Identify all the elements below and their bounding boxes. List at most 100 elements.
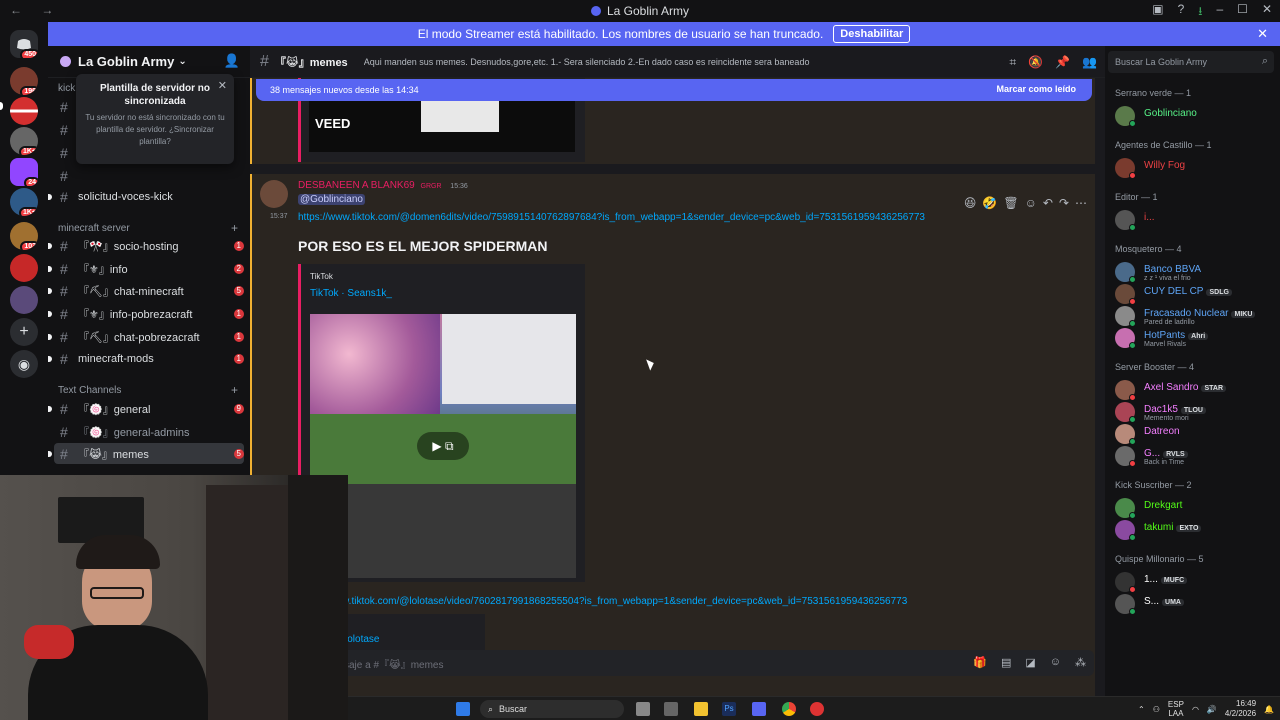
reaction-icon[interactable]: 😆 <box>964 196 977 210</box>
embed-author[interactable]: lolotase <box>345 634 379 645</box>
new-messages-bar[interactable]: 38 mensajes nuevos desde las 14:34 Marca… <box>256 79 1092 101</box>
network-icon[interactable]: ⚇ <box>1153 705 1160 714</box>
member-item[interactable]: takumi EXTO <box>1115 518 1280 544</box>
close-button[interactable]: ✕ <box>1262 2 1272 23</box>
windows-start-icon[interactable] <box>456 702 470 716</box>
mention-count: 1 <box>233 353 244 364</box>
wifi-icon[interactable]: ◠ <box>1192 705 1199 714</box>
clock[interactable]: 16:49 4/2/2026 <box>1225 699 1256 719</box>
notifications-icon[interactable]: 🔔 <box>1264 705 1274 714</box>
server-icon[interactable]: 1K+ <box>10 127 38 155</box>
channel-item[interactable]: # 『⚜』info 2 <box>48 258 244 279</box>
member-item[interactable]: Goblinciano <box>1115 104 1280 130</box>
app-icon[interactable] <box>810 702 824 716</box>
add-server-icon[interactable]: + <box>10 318 38 346</box>
inbox-icon[interactable]: ▣ <box>1152 2 1163 23</box>
channel-memes-selected[interactable]: # 『😹』memes 5 <box>48 443 244 464</box>
channel-item[interactable]: # 『⛏』chat-pobrezacraft 1 <box>48 326 244 347</box>
add-channel-icon[interactable]: + <box>231 383 238 397</box>
category-kick[interactable]: kick <box>58 83 75 94</box>
unread-badge: 1K+ <box>18 146 38 155</box>
minimize-button[interactable]: – <box>1216 2 1223 23</box>
channel-item[interactable]: # 『🍥』general 9 <box>48 398 244 419</box>
mute-bell-icon[interactable]: 🔕 <box>1028 55 1043 70</box>
video-thumbnail[interactable]: ▶ ⧉ <box>310 314 576 578</box>
category-text-channels[interactable]: Text Channels <box>58 385 121 396</box>
tiktok-link[interactable]: w.tiktok.com/@lolotase/video/76028179918… <box>342 596 907 607</box>
channel-item[interactable]: # minecraft-mods 1 <box>48 348 244 369</box>
threads-icon[interactable]: ⌗ <box>1009 55 1016 70</box>
sticker-icon[interactable]: ◪ <box>1025 656 1035 669</box>
reaction-icon[interactable]: 🗑 <box>1003 196 1018 210</box>
user-mention[interactable]: @Goblinciano <box>298 194 365 205</box>
server-icon[interactable]: 196 <box>10 67 38 95</box>
mark-as-read-button[interactable]: Marcar como leído <box>996 84 1076 94</box>
member-list-icon[interactable]: 👥 <box>1082 55 1097 70</box>
tiktok-link[interactable]: https://www.tiktok.com/@domen6dits/video… <box>298 212 925 223</box>
message-input[interactable]: saje a #『😹』memes 🎁 ▤ ◪ ☺ ⁂ <box>338 650 1094 676</box>
history-nav[interactable]: ← → <box>10 3 61 17</box>
member-item[interactable]: HotPants Ahri Marvel Rivals <box>1115 326 1280 352</box>
channel-item[interactable]: # <box>54 165 244 186</box>
member-item[interactable]: i... <box>1115 208 1280 234</box>
channel-solicitud-voces-kick[interactable]: # solicitud-voces-kick <box>48 186 244 207</box>
embed-author[interactable]: TikTok · Seans1k_ <box>310 288 392 299</box>
pin-icon[interactable]: 📌 <box>1055 55 1070 70</box>
tray-chevron-icon[interactable]: ⌃ <box>1138 705 1145 714</box>
gif-icon[interactable]: ▤ <box>1001 656 1011 669</box>
help-icon[interactable]: ? <box>1178 2 1185 23</box>
server-icon[interactable]: 103 <box>10 222 38 250</box>
download-icon[interactable]: ⭳ <box>1198 2 1202 23</box>
popup-body[interactable]: Tu servidor no está sincronizado con tu … <box>82 112 228 148</box>
status-dot <box>1129 172 1136 179</box>
add-channel-icon[interactable]: + <box>231 221 238 235</box>
maximize-button[interactable]: ☐ <box>1237 2 1248 23</box>
channel-item[interactable]: # 『🍥』general-admins <box>54 421 244 442</box>
search-input[interactable]: Buscar La Goblin Army ⌕ <box>1108 51 1274 73</box>
server-icon[interactable]: 1K+ <box>10 188 38 216</box>
message-author[interactable]: DESBANEEN A BLANK69 <box>298 180 415 191</box>
channel-topic[interactable]: Aqui manden sus memes. Desnudos,gore,etc… <box>364 57 984 67</box>
member-item[interactable]: G... RVLS Back in Time <box>1115 444 1280 470</box>
direct-messages-icon[interactable]: 450 <box>10 30 38 58</box>
apps-icon[interactable]: ⁂ <box>1075 656 1086 669</box>
channel-item[interactable]: # 『⚜』info-pobrezacraft 1 <box>48 303 244 324</box>
discord-taskbar-icon[interactable] <box>752 702 766 716</box>
server-icon[interactable] <box>10 97 38 125</box>
member-item[interactable]: S... UMA <box>1115 592 1280 618</box>
file-explorer-icon[interactable] <box>694 702 708 716</box>
mention-count: 1 <box>233 331 244 342</box>
server-icon[interactable] <box>10 286 38 314</box>
status-dot <box>1129 224 1136 231</box>
play-button[interactable]: ▶ ⧉ <box>417 432 469 460</box>
gift-icon[interactable]: 🎁 <box>973 656 987 669</box>
emoji-icon[interactable]: ☺ <box>1050 656 1061 669</box>
disable-streamer-button[interactable]: Deshabilitar <box>833 25 911 43</box>
reply-icon[interactable]: ↶ <box>1043 196 1053 210</box>
category-minecraft-server[interactable]: minecraft server <box>58 223 130 234</box>
reaction-icon[interactable]: 🤣 <box>982 196 997 210</box>
add-reaction-icon[interactable]: ☺ <box>1025 196 1037 210</box>
server-icon[interactable] <box>10 254 38 282</box>
member-status: Memento mori <box>1144 415 1189 422</box>
channel-item[interactable]: # 『⛏』chat-minecraft 5 <box>48 280 244 301</box>
volume-icon[interactable]: 🔊 <box>1207 705 1217 714</box>
task-view-icon[interactable] <box>636 702 650 716</box>
chrome-icon[interactable] <box>782 702 796 716</box>
member-item[interactable]: Willy Fog <box>1115 156 1280 182</box>
add-member-icon[interactable]: 👤 <box>224 53 240 69</box>
discover-icon[interactable]: ◉ <box>10 350 38 378</box>
close-icon[interactable]: ✕ <box>1257 26 1268 42</box>
close-icon[interactable]: ✕ <box>218 79 227 92</box>
taskbar-search[interactable]: ⌕ Buscar <box>480 700 624 718</box>
message-actions: 😆 🤣 🗑 ☺ ↶ ↷ ⋯ <box>964 196 1087 210</box>
avatar[interactable] <box>260 180 288 208</box>
more-icon[interactable]: ⋯ <box>1075 196 1087 210</box>
twitch-server-icon[interactable]: 24 <box>10 158 38 186</box>
photoshop-icon[interactable]: Ps <box>722 702 736 716</box>
cabinet <box>206 485 292 720</box>
language-indicator[interactable]: ESP LAA <box>1168 700 1184 718</box>
app-icon[interactable] <box>664 702 678 716</box>
forward-icon[interactable]: ↷ <box>1059 196 1069 210</box>
channel-item[interactable]: # 『🎌』socio-hosting 1 <box>48 235 244 256</box>
